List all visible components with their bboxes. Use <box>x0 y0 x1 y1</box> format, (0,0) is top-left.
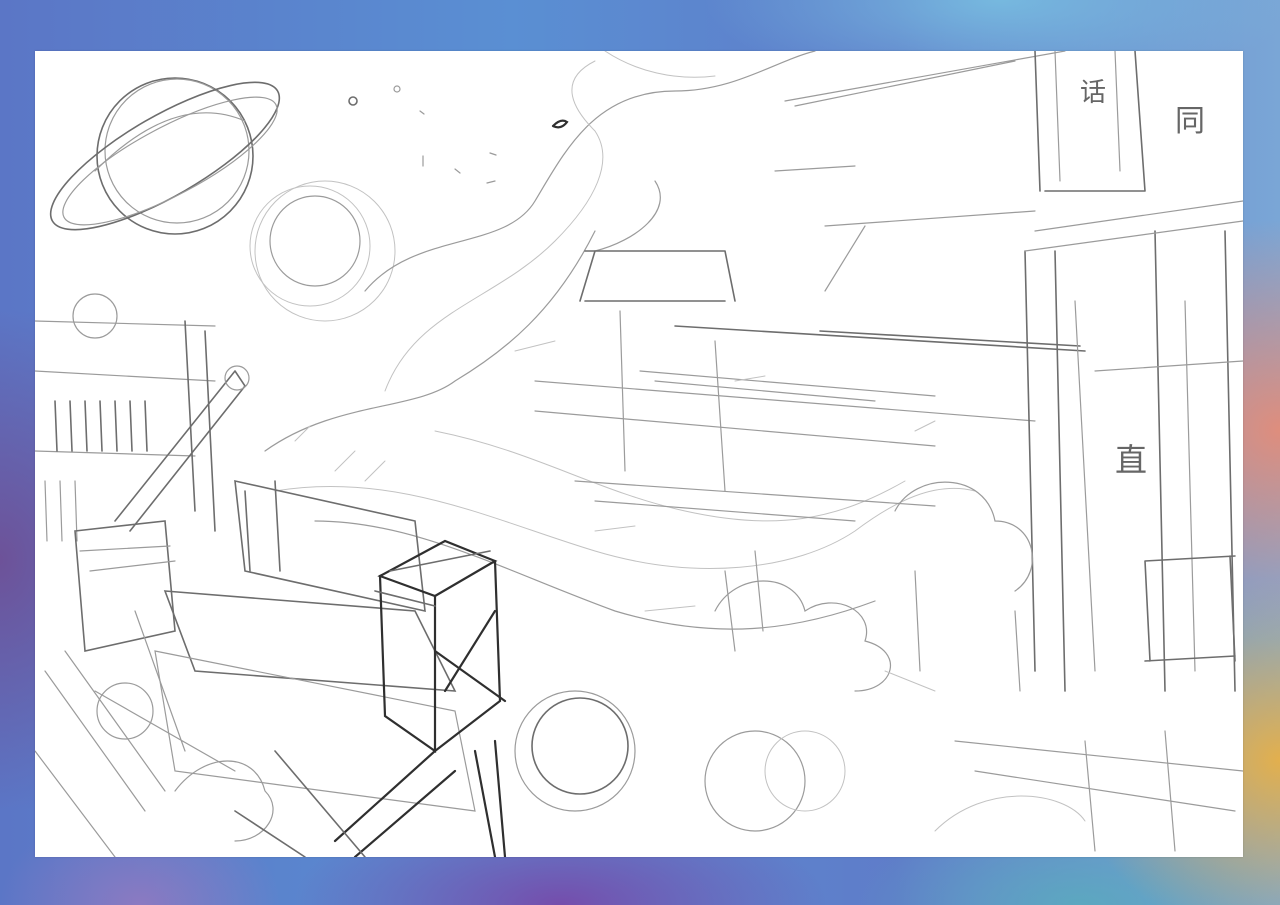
small-marks <box>348 85 569 184</box>
clouds-sketch <box>96 481 1086 842</box>
wind-flow-sketch <box>264 51 976 630</box>
svg-text:直: 直 <box>1115 441 1147 479</box>
buildings-middle <box>534 51 1086 522</box>
moon-sketch <box>72 180 396 339</box>
svg-text:话: 话 <box>1080 78 1106 108</box>
telescope-sketch <box>114 365 250 532</box>
building-right: 话 同 直 <box>954 51 1243 852</box>
sofa-sketch <box>35 479 507 857</box>
planet-sketch <box>49 77 281 235</box>
sketch-canvas[interactable]: 话 同 直 <box>35 51 1243 857</box>
pencil-sketch: 话 同 直 <box>35 51 1243 857</box>
svg-text:同: 同 <box>1175 104 1205 139</box>
